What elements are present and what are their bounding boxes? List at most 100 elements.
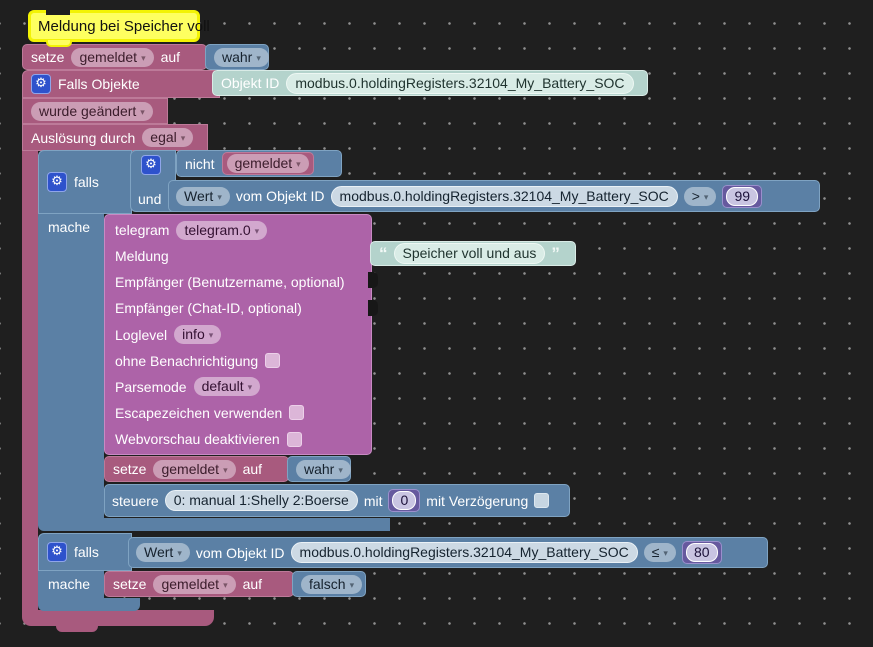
und-label: und <box>138 191 161 207</box>
objekt-id-field[interactable]: modbus.0.holdingRegisters.32104_My_Batte… <box>286 73 633 94</box>
nopreview-checkbox[interactable] <box>287 432 302 447</box>
empty-input-socket <box>368 300 378 316</box>
if-block-1-bottom[interactable] <box>38 518 390 531</box>
value-compare-block-2[interactable]: Wert ▾ vom Objekt ID modbus.0.holdingReg… <box>128 537 768 568</box>
escape-checkbox[interactable] <box>289 405 304 420</box>
number-block[interactable]: 99 <box>722 185 762 208</box>
auf-label: auf <box>243 576 262 592</box>
wert-dropdown[interactable]: Wert ▾ <box>176 187 230 206</box>
if-block-1-spine[interactable] <box>38 214 104 518</box>
boolean-value-block[interactable]: falsch ▾ <box>292 571 366 597</box>
telegram-row-recipient-user: Empfänger (Benutzername, optional) <box>105 269 371 295</box>
parsemode-label: Parsemode <box>115 379 187 395</box>
delay-checkbox[interactable] <box>534 493 549 508</box>
silent-checkbox[interactable] <box>265 353 280 368</box>
falls-label: falls <box>74 174 99 190</box>
comment-text: Meldung bei Speicher voll <box>38 18 210 35</box>
message-text-field[interactable]: Speicher voll und aus <box>394 243 546 264</box>
recipient-user-label: Empfänger (Benutzername, optional) <box>115 274 345 290</box>
telegram-row-loglevel: Loglevel info ▾ <box>105 322 371 348</box>
gear-icon[interactable]: ⚙ <box>31 74 51 94</box>
if-block-1-header[interactable]: ⚙ falls <box>38 150 132 214</box>
trigger-block-header[interactable]: ⚙ Falls Objekte <box>22 70 220 98</box>
if-block-2-bottom[interactable] <box>38 598 140 611</box>
operator-value: ≤ <box>652 544 660 561</box>
recipient-chat-label: Empfänger (Chat-ID, optional) <box>115 300 302 316</box>
boolean-value-block[interactable]: wahr ▾ <box>287 456 351 482</box>
set-variable-block-false[interactable]: setze gemeldet ▾ auf <box>104 571 294 597</box>
control-target-field[interactable]: 0: manual 1:Shelly 2:Boerse <box>165 490 358 511</box>
close-quote-icon: ” <box>551 249 560 259</box>
chevron-down-icon: ▾ <box>209 327 214 344</box>
number-field[interactable]: 99 <box>726 187 758 206</box>
boolean-value: wahr <box>222 49 252 66</box>
telegram-row-parsemode: Parsemode default ▾ <box>105 374 371 400</box>
change-mode-dropdown[interactable]: wurde geändert ▾ <box>31 102 153 121</box>
variable-name: gemeldet <box>79 49 137 66</box>
trigger-block-left-spine[interactable] <box>22 151 38 611</box>
wert-value: Wert <box>144 544 173 561</box>
telegram-row-silent: ohne Benachrichtigung <box>105 348 371 374</box>
number-field[interactable]: 0 <box>392 491 416 510</box>
ausloesung-value: egal <box>150 129 176 146</box>
ausloesung-label: Auslösung durch <box>31 130 135 146</box>
gear-icon[interactable]: ⚙ <box>47 172 67 192</box>
if-block-2-header[interactable]: ⚙ falls <box>38 533 132 571</box>
mache-label: mache <box>48 219 90 235</box>
gear-icon[interactable]: ⚙ <box>141 155 161 175</box>
setze-label: setze <box>31 49 64 65</box>
compare-operator-dropdown[interactable]: > ▾ <box>684 187 717 206</box>
chevron-down-icon: ▾ <box>223 577 228 594</box>
boolean-dropdown[interactable]: wahr ▾ <box>296 460 351 479</box>
objekt-id-field[interactable]: modbus.0.holdingRegisters.32104_My_Batte… <box>331 186 678 207</box>
nopreview-label: Webvorschau deaktivieren <box>115 431 280 447</box>
variable-get-block[interactable]: gemeldet ▾ <box>222 152 314 175</box>
logic-not-block[interactable]: nicht gemeldet ▾ <box>176 150 342 177</box>
variable-dropdown[interactable]: gemeldet ▾ <box>71 48 153 67</box>
number-block[interactable]: 80 <box>682 541 722 564</box>
telegram-row-recipient-chat: Empfänger (Chat-ID, optional) <box>105 295 371 321</box>
objekt-id-field[interactable]: modbus.0.holdingRegisters.32104_My_Batte… <box>291 542 638 563</box>
chevron-down-icon: ▾ <box>223 462 228 479</box>
objekt-id-label: Objekt ID <box>221 75 279 91</box>
chevron-down-icon: ▾ <box>217 189 222 206</box>
gear-icon[interactable]: ⚙ <box>47 542 67 562</box>
chevron-down-icon: ▾ <box>141 50 146 67</box>
meldung-label: Meldung <box>115 248 169 264</box>
loglevel-dropdown[interactable]: info ▾ <box>174 325 221 344</box>
wert-dropdown[interactable]: Wert ▾ <box>136 543 190 562</box>
boolean-dropdown[interactable]: falsch ▾ <box>301 575 362 594</box>
value-compare-block-1[interactable]: Wert ▾ vom Objekt ID modbus.0.holdingReg… <box>168 180 820 212</box>
boolean-dropdown[interactable]: wahr ▾ <box>214 48 269 67</box>
chevron-down-icon: ▾ <box>296 156 301 173</box>
vom-objekt-id-label: vom Objekt ID <box>196 545 285 561</box>
variable-dropdown[interactable]: gemeldet ▾ <box>153 460 235 479</box>
number-field[interactable]: 80 <box>686 543 718 562</box>
variable-dropdown[interactable]: gemeldet ▾ <box>153 575 235 594</box>
silent-label: ohne Benachrichtigung <box>115 353 258 369</box>
instance-dropdown[interactable]: telegram.0 ▾ <box>176 221 267 240</box>
set-variable-block-top[interactable]: setze gemeldet ▾ auf <box>22 44 207 70</box>
telegram-block[interactable]: telegram telegram.0 ▾ Meldung Empfänger … <box>104 214 372 455</box>
telegram-row-nopreview: Webvorschau deaktivieren <box>105 426 371 452</box>
ausloesung-dropdown[interactable]: egal ▾ <box>142 128 193 147</box>
mit-label: mit <box>364 493 383 509</box>
parsemode-dropdown[interactable]: default ▾ <box>194 377 261 396</box>
objekt-id-block[interactable]: Objekt ID modbus.0.holdingRegisters.3210… <box>212 70 648 96</box>
set-variable-block-inner[interactable]: setze gemeldet ▾ auf <box>104 456 289 482</box>
trigger-block-row-change[interactable]: wurde geändert ▾ <box>22 98 168 124</box>
compare-operator-dropdown[interactable]: ≤ ▾ <box>644 543 676 562</box>
control-state-block[interactable]: steuere 0: manual 1:Shelly 2:Boerse mit … <box>104 484 570 517</box>
chevron-down-icon: ▾ <box>704 189 709 206</box>
text-block-message[interactable]: “ Speicher voll und aus ” <box>370 241 576 266</box>
variable-dropdown[interactable]: gemeldet ▾ <box>227 154 309 173</box>
trigger-block-bottom[interactable] <box>22 610 214 626</box>
open-quote-icon: “ <box>379 249 388 259</box>
empty-input-socket <box>368 272 378 288</box>
trigger-block-row-ausloesung[interactable]: Auslösung durch egal ▾ <box>22 124 208 151</box>
number-block[interactable]: 0 <box>388 489 420 512</box>
boolean-value: wahr <box>304 461 334 478</box>
variable-name: gemeldet <box>161 461 219 478</box>
blockly-workspace[interactable]: ⚙ Falls Objekte wurde geändert ▾ Auslösu… <box>0 0 873 647</box>
boolean-value-block[interactable]: wahr ▾ <box>205 44 269 70</box>
